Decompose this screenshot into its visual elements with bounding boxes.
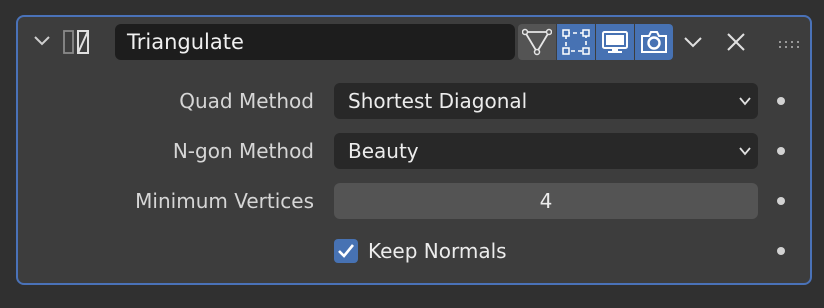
- triangulate-modifier-icon: [62, 27, 92, 57]
- render-toggle[interactable]: [635, 24, 673, 60]
- ngon-method-dropdown[interactable]: Beauty: [334, 133, 758, 169]
- modifier-panel: Triangulate Quad Method Shortest Diagona…: [16, 15, 812, 285]
- keyframe-dot-icon[interactable]: [777, 197, 785, 205]
- checkmark-icon: [338, 244, 355, 258]
- chevron-down-icon[interactable]: [682, 31, 704, 53]
- keep-normals-label[interactable]: Keep Normals: [368, 233, 507, 269]
- keyframe-dot-icon[interactable]: [777, 147, 785, 155]
- edit-mode-icon: [562, 29, 590, 55]
- ngon-method-value: Beauty: [348, 139, 419, 163]
- quad-method-dropdown[interactable]: Shortest Diagonal: [334, 83, 758, 119]
- keep-normals-checkbox[interactable]: [334, 239, 358, 263]
- on-cage-icon: [522, 28, 552, 56]
- ngon-method-label: N-gon Method: [172, 139, 314, 163]
- chevron-down-icon: [739, 97, 751, 106]
- quad-method-value: Shortest Diagonal: [348, 89, 528, 113]
- on-cage-toggle[interactable]: [518, 24, 556, 60]
- minimum-vertices-label: Minimum Vertices: [135, 189, 314, 213]
- keyframe-dot-icon[interactable]: [777, 97, 785, 105]
- edit-mode-toggle[interactable]: [557, 24, 595, 60]
- render-camera-icon: [641, 31, 667, 53]
- close-icon[interactable]: [724, 30, 748, 54]
- chevron-down-icon: [739, 147, 751, 156]
- quad-method-label: Quad Method: [179, 89, 314, 113]
- keyframe-dot-icon[interactable]: [777, 247, 785, 255]
- chevron-down-icon[interactable]: [32, 31, 52, 51]
- minimum-vertices-field[interactable]: 4: [334, 183, 758, 219]
- drag-handle-icon[interactable]: [778, 36, 802, 48]
- viewport-display-icon: [602, 31, 628, 53]
- modifier-name-field[interactable]: Triangulate: [115, 24, 515, 60]
- viewport-display-toggle[interactable]: [596, 24, 634, 60]
